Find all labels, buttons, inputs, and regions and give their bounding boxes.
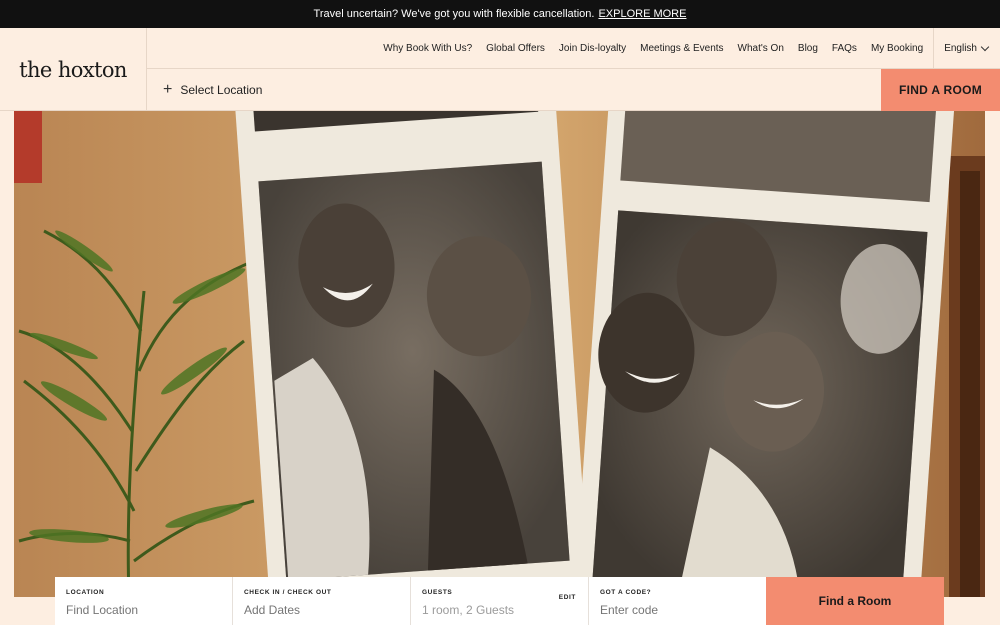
guests-label: GUESTS [422,589,453,596]
nav-dis-loyalty[interactable]: Join Dis-loyalty [559,43,626,54]
logo-container[interactable]: the hoxton [0,28,147,111]
booking-bar: LOCATION CHECK IN / CHECK OUT GUESTS 1 r… [55,577,944,625]
nav-divider [933,27,935,69]
location-label: LOCATION [66,589,105,596]
find-room-header-button[interactable]: FIND A ROOM [881,69,1000,111]
nav-blog[interactable]: Blog [798,43,818,54]
guests-value[interactable]: 1 room, 2 Guests [422,603,578,617]
plus-icon: + [163,81,173,98]
dates-input[interactable] [244,603,400,617]
top-nav: Why Book With Us? Global Offers Join Dis… [147,27,1000,69]
nav-faqs[interactable]: FAQs [832,43,857,54]
nav-global-offers[interactable]: Global Offers [486,43,545,54]
nav-my-booking[interactable]: My Booking [871,43,923,54]
announcement-text: Travel uncertain? We've got you with fle… [313,8,595,20]
select-location-button[interactable]: + Select Location [147,69,881,111]
select-location-label: Select Location [180,83,263,97]
dates-label: CHECK IN / CHECK OUT [244,589,332,596]
hero-photo-illustration [14,111,985,597]
location-input[interactable] [66,603,222,617]
nav-whats-on[interactable]: What's On [738,43,784,54]
site-header: the hoxton Why Book With Us? Global Offe… [0,27,1000,111]
guests-field[interactable]: GUESTS 1 room, 2 Guests EDIT [411,577,589,625]
dates-field[interactable]: CHECK IN / CHECK OUT [233,577,411,625]
announcement-bar: Travel uncertain? We've got you with fle… [0,0,1000,28]
find-room-submit-button[interactable]: Find a Room [766,577,944,625]
chevron-down-icon [980,42,990,51]
hero-image [14,111,985,597]
code-input[interactable] [600,603,756,617]
logo[interactable]: the hoxton [19,58,127,82]
nav-meetings-events[interactable]: Meetings & Events [640,43,723,54]
code-field[interactable]: GOT A CODE? [589,577,766,625]
nav-why-book[interactable]: Why Book With Us? [383,43,472,54]
language-label: English [944,42,977,54]
language-selector[interactable]: English [944,42,990,54]
location-field[interactable]: LOCATION [55,577,233,625]
code-label: GOT A CODE? [600,589,652,596]
explore-more-link[interactable]: EXPLORE MORE [598,8,686,20]
guests-edit-button[interactable]: EDIT [559,594,576,601]
